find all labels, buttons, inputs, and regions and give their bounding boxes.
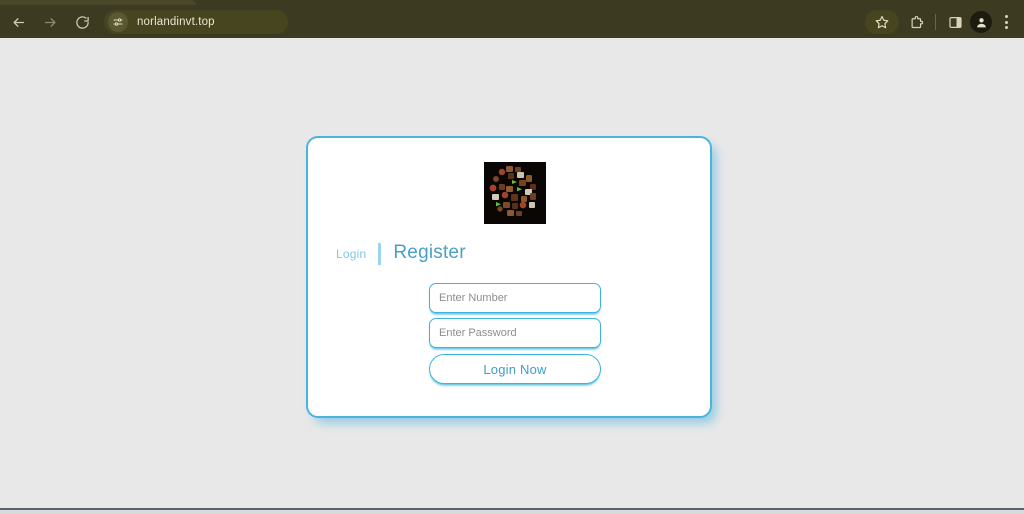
site-settings-icon[interactable] [108, 12, 128, 32]
page-viewport: Login Register Login Now [0, 38, 1024, 508]
auth-card: Login Register Login Now [306, 136, 712, 418]
tab-register[interactable]: Register [393, 242, 465, 264]
brand-logo-image [484, 162, 546, 224]
profile-avatar[interactable] [970, 11, 992, 33]
bookmark-star-icon[interactable] [865, 10, 899, 34]
number-input[interactable] [429, 283, 601, 313]
reload-icon[interactable] [68, 8, 96, 36]
browser-toolbar: norlandinvt.top [0, 6, 1024, 38]
extensions-puzzle-icon[interactable] [903, 9, 929, 35]
forward-icon[interactable] [36, 8, 64, 36]
toolbar-divider [935, 14, 936, 30]
auth-tabs: Login Register [336, 242, 466, 265]
address-bar[interactable]: norlandinvt.top [104, 10, 288, 34]
url-text: norlandinvt.top [137, 16, 215, 28]
back-icon[interactable] [4, 8, 32, 36]
tab-login[interactable]: Login [336, 247, 366, 262]
password-input[interactable] [429, 318, 601, 348]
login-now-button[interactable]: Login Now [429, 354, 601, 384]
bottom-strip [0, 510, 1024, 514]
browser-chrome: norlandinvt.top [0, 0, 1024, 38]
auth-form: Login Now [429, 283, 601, 384]
browser-tab[interactable] [0, 0, 196, 5]
chrome-menu-icon[interactable] [994, 9, 1018, 35]
tab-divider [378, 243, 382, 265]
side-panel-icon[interactable] [942, 9, 968, 35]
